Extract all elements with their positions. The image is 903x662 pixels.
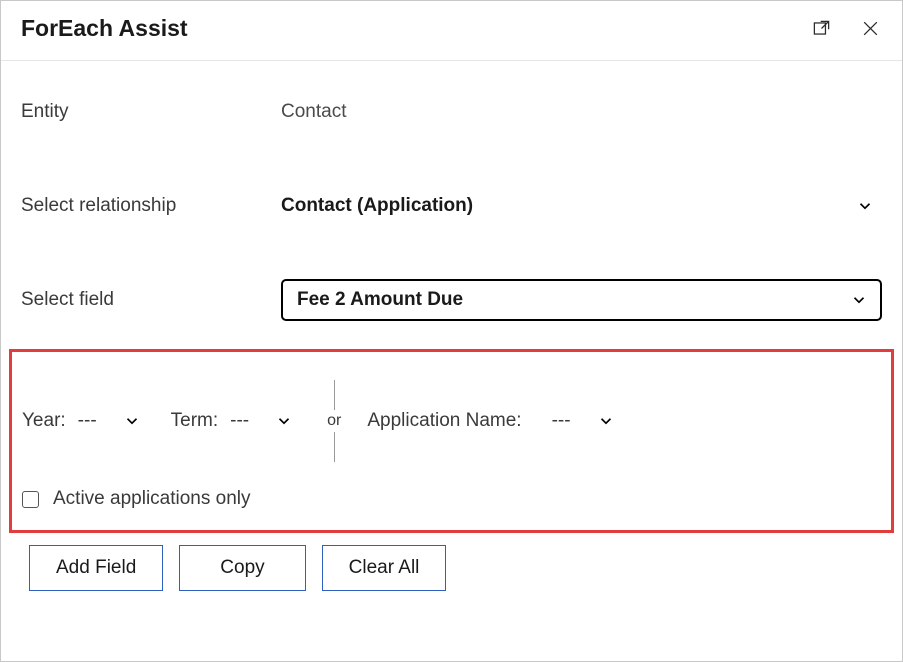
active-only-checkbox[interactable] (22, 491, 39, 508)
copy-button[interactable]: Copy (179, 545, 305, 591)
chevron-down-icon (850, 291, 868, 309)
year-label: Year: (22, 410, 66, 432)
chevron-down-icon (275, 412, 293, 430)
filter-row: Year: --- Term: --- or Application Name:… (22, 380, 871, 462)
appname-dropdown[interactable]: --- (552, 410, 615, 432)
entity-row: Entity Contact (21, 91, 882, 133)
year-value: --- (78, 410, 97, 432)
popout-button[interactable] (810, 17, 833, 40)
relationship-label: Select relationship (21, 195, 281, 217)
year-dropdown[interactable]: --- (78, 410, 141, 432)
header-controls (810, 17, 882, 40)
or-text: or (327, 410, 341, 432)
entity-value: Contact (281, 101, 346, 123)
close-icon (861, 19, 880, 38)
field-dropdown[interactable]: Fee 2 Amount Due (281, 279, 882, 321)
or-divider: or (327, 380, 341, 462)
popout-icon (812, 19, 831, 38)
term-value: --- (230, 410, 249, 432)
chevron-down-icon (123, 412, 141, 430)
term-dropdown[interactable]: --- (230, 410, 293, 432)
clear-all-button[interactable]: Clear All (322, 545, 447, 591)
appname-value: --- (552, 410, 571, 432)
add-field-button[interactable]: Add Field (29, 545, 163, 591)
field-label: Select field (21, 289, 281, 311)
active-only-row: Active applications only (22, 488, 871, 510)
button-row: Add Field Copy Clear All (1, 533, 902, 591)
field-row: Select field Fee 2 Amount Due (21, 279, 882, 321)
relationship-row: Select relationship Contact (Application… (21, 185, 882, 227)
appname-label: Application Name: (367, 410, 521, 432)
form-body: Entity Contact Select relationship Conta… (1, 61, 902, 321)
field-value: Fee 2 Amount Due (297, 289, 463, 311)
filter-panel: Year: --- Term: --- or Application Name:… (9, 349, 894, 533)
relationship-value: Contact (Application) (281, 195, 473, 217)
relationship-dropdown[interactable]: Contact (Application) (281, 195, 882, 217)
chevron-down-icon (597, 412, 615, 430)
dialog-title: ForEach Assist (21, 15, 188, 42)
entity-label: Entity (21, 101, 281, 123)
term-label: Term: (171, 410, 219, 432)
close-button[interactable] (859, 17, 882, 40)
chevron-down-icon (856, 197, 874, 215)
dialog-header: ForEach Assist (1, 1, 902, 61)
active-only-label: Active applications only (53, 488, 251, 510)
